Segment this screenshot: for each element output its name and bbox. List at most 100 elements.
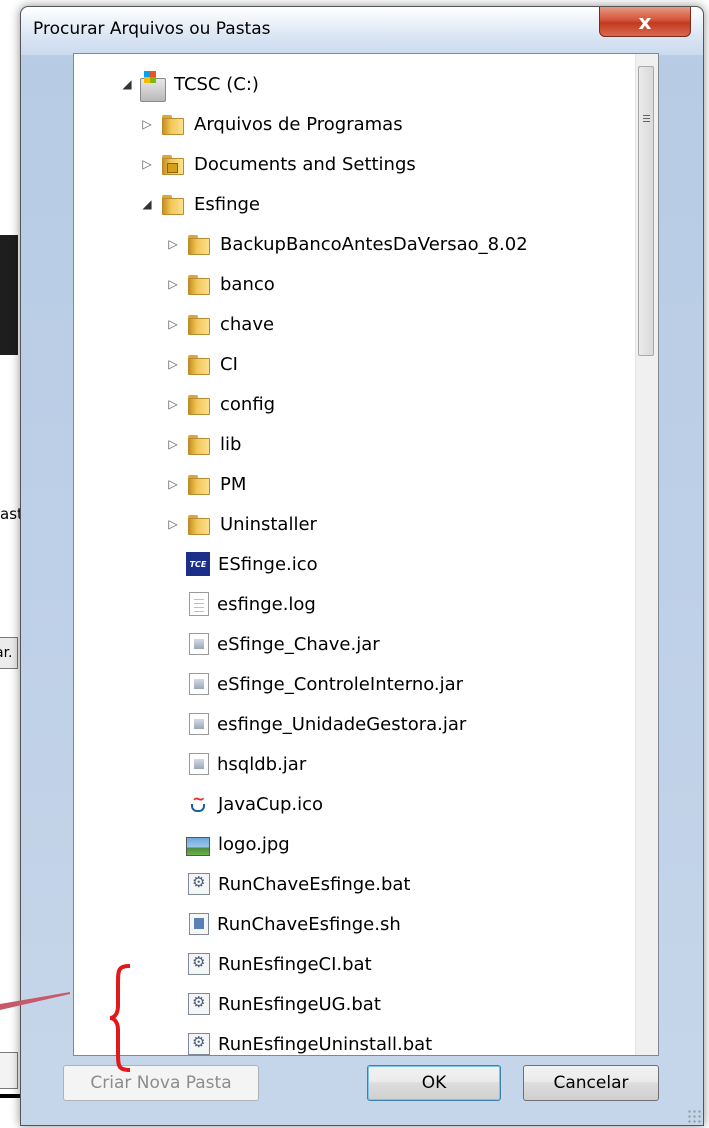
background-partial-button[interactable]: ar. bbox=[0, 637, 18, 669]
tree-item-label: hsqldb.jar bbox=[217, 753, 307, 775]
tree-item-label: CI bbox=[220, 353, 238, 375]
tree-file-item[interactable]: esfinge.log bbox=[166, 585, 316, 623]
script-file-icon bbox=[189, 913, 209, 935]
tree-file-item[interactable]: hsqldb.jar bbox=[166, 745, 306, 783]
expand-arrow-icon[interactable]: ▷ bbox=[166, 237, 180, 251]
batch-file-icon bbox=[188, 953, 210, 975]
tree-file-item[interactable]: RunEsfingeUG.bat bbox=[166, 985, 381, 1023]
tree-item-label: Esfinge bbox=[194, 193, 260, 215]
jar-file-icon bbox=[189, 673, 209, 695]
jar-file-icon bbox=[189, 713, 209, 735]
tree-folder-item[interactable]: ▷ lib bbox=[166, 425, 241, 463]
tree-drive-item[interactable]: ◢ TCSC (C:) bbox=[120, 65, 259, 103]
collapse-arrow-icon[interactable]: ◢ bbox=[140, 197, 154, 211]
tree-file-item[interactable]: TCE ESfinge.ico bbox=[166, 545, 318, 583]
tree-item-label: JavaCup.ico bbox=[218, 793, 324, 815]
tree-item-label: eSfinge_Chave.jar bbox=[217, 633, 380, 655]
folder-tree[interactable]: ◢ TCSC (C:) ▷ Arquivos de Programas ▷ Documen… bbox=[73, 53, 659, 1056]
tree-item-label: Uninstaller bbox=[220, 513, 317, 535]
tree-item-label: Arquivos de Programas bbox=[194, 113, 403, 135]
tree-file-item[interactable]: RunChaveEsfinge.sh bbox=[166, 905, 401, 943]
lock-icon bbox=[167, 163, 178, 173]
tree-item-label: esfinge.log bbox=[217, 593, 316, 615]
thumb-grip-line bbox=[643, 121, 650, 122]
titlebar: Procurar Arquivos ou Pastas x bbox=[21, 7, 703, 55]
batch-file-icon bbox=[188, 873, 210, 895]
tree-folder-item[interactable]: ▷ config bbox=[166, 385, 275, 423]
drive-icon bbox=[140, 71, 166, 102]
tree-file-item[interactable]: eSfinge_Chave.jar bbox=[166, 625, 380, 663]
vertical-scrollbar[interactable] bbox=[635, 54, 658, 1055]
folder-icon bbox=[186, 312, 212, 336]
tree-item-label: config bbox=[220, 393, 276, 415]
expand-arrow-icon[interactable]: ▷ bbox=[140, 157, 154, 171]
text-file-icon bbox=[189, 592, 209, 616]
tree-file-item[interactable]: eSfinge_ControleInterno.jar bbox=[166, 665, 463, 703]
tree-item-label: banco bbox=[220, 273, 275, 295]
tree-item-label: chave bbox=[220, 313, 275, 335]
tree-folder-item[interactable]: ▷ banco bbox=[166, 265, 275, 303]
folder-icon bbox=[186, 432, 212, 456]
expand-arrow-icon[interactable]: ▷ bbox=[166, 357, 180, 371]
collapse-arrow-icon[interactable]: ◢ bbox=[120, 77, 134, 91]
batch-file-icon bbox=[188, 993, 210, 1015]
tree-file-item[interactable]: RunEsfingeUninstall.bat bbox=[166, 1025, 433, 1055]
folder-icon bbox=[186, 512, 212, 536]
expand-arrow-icon[interactable]: ▷ bbox=[166, 317, 180, 331]
tree-item-label: RunEsfingeCI.bat bbox=[218, 953, 372, 975]
tce-ico-icon: TCE bbox=[186, 552, 210, 576]
tree-folder-item[interactable]: ▷ BackupBancoAntesDaVersao_8.02 bbox=[166, 225, 528, 263]
expand-arrow-icon[interactable]: ▷ bbox=[166, 517, 180, 531]
tree-folder-item[interactable]: ▷ Arquivos de Programas bbox=[140, 105, 403, 143]
folder-icon bbox=[186, 352, 212, 376]
folder-icon bbox=[186, 272, 212, 296]
tree-file-item[interactable]: esfinge_UnidadeGestora.jar bbox=[166, 705, 466, 743]
tree-item-label: RunEsfingeUninstall.bat bbox=[218, 1033, 433, 1055]
folder-icon bbox=[160, 112, 186, 136]
tree-file-item[interactable]: RunEsfingeCI.bat bbox=[166, 945, 372, 983]
expand-arrow-icon[interactable]: ▷ bbox=[166, 477, 180, 491]
thumb-grip-line bbox=[643, 115, 650, 116]
tree-item-label: RunEsfingeUG.bat bbox=[218, 993, 381, 1015]
tree-folder-item[interactable]: ▷ chave bbox=[166, 305, 274, 343]
folder-icon bbox=[186, 392, 212, 416]
expand-arrow-icon[interactable]: ▷ bbox=[166, 397, 180, 411]
java-icon bbox=[186, 789, 210, 817]
resize-grip[interactable] bbox=[687, 1109, 701, 1123]
folder-icon bbox=[186, 472, 212, 496]
tree-folder-item[interactable]: ◢ Esfinge bbox=[140, 185, 260, 223]
tree-item-label: ESfinge.ico bbox=[218, 553, 318, 575]
jar-file-icon bbox=[189, 633, 209, 655]
expand-arrow-icon[interactable]: ▷ bbox=[166, 277, 180, 291]
tree-folder-item[interactable]: ▷ Documents and Settings bbox=[140, 145, 416, 183]
tree-folder-item[interactable]: ▷ PM bbox=[166, 465, 246, 503]
folder-lock-icon bbox=[160, 152, 186, 176]
tree-file-item[interactable]: JavaCup.ico bbox=[166, 785, 323, 823]
tree-file-item[interactable]: logo.jpg bbox=[166, 825, 290, 863]
close-icon: x bbox=[638, 9, 652, 34]
annotation-arrow-line bbox=[0, 992, 70, 1010]
close-button[interactable]: x bbox=[599, 7, 691, 37]
dialog-title: Procurar Arquivos ou Pastas bbox=[33, 19, 271, 39]
tree-folder-item[interactable]: ▷ CI bbox=[166, 345, 238, 383]
tree-item-label: RunChaveEsfinge.sh bbox=[217, 913, 401, 935]
background-dark-panel bbox=[0, 235, 18, 355]
background-button[interactable] bbox=[0, 1052, 18, 1089]
batch-file-icon bbox=[188, 1033, 210, 1055]
ok-button[interactable]: OK bbox=[367, 1065, 501, 1101]
thumb-grip-line bbox=[643, 118, 650, 119]
expand-arrow-icon[interactable]: ▷ bbox=[140, 117, 154, 131]
tree-item-label: PM bbox=[220, 473, 247, 495]
cancel-button[interactable]: Cancelar bbox=[523, 1065, 659, 1101]
jar-file-icon bbox=[189, 753, 209, 775]
tree-item-label: BackupBancoAntesDaVersao_8.02 bbox=[220, 233, 528, 255]
image-file-icon bbox=[186, 836, 210, 856]
tree-file-item[interactable]: RunChaveEsfinge.bat bbox=[166, 865, 410, 903]
tree-folder-item[interactable]: ▷ Uninstaller bbox=[166, 505, 317, 543]
expand-arrow-icon[interactable]: ▷ bbox=[166, 437, 180, 451]
scrollbar-thumb[interactable] bbox=[638, 66, 654, 356]
folder-icon bbox=[160, 192, 186, 216]
new-folder-button[interactable]: Criar Nova Pasta bbox=[63, 1065, 259, 1101]
tree-item-label: RunChaveEsfinge.bat bbox=[218, 873, 411, 895]
tree-item-label: esfinge_UnidadeGestora.jar bbox=[217, 713, 467, 735]
